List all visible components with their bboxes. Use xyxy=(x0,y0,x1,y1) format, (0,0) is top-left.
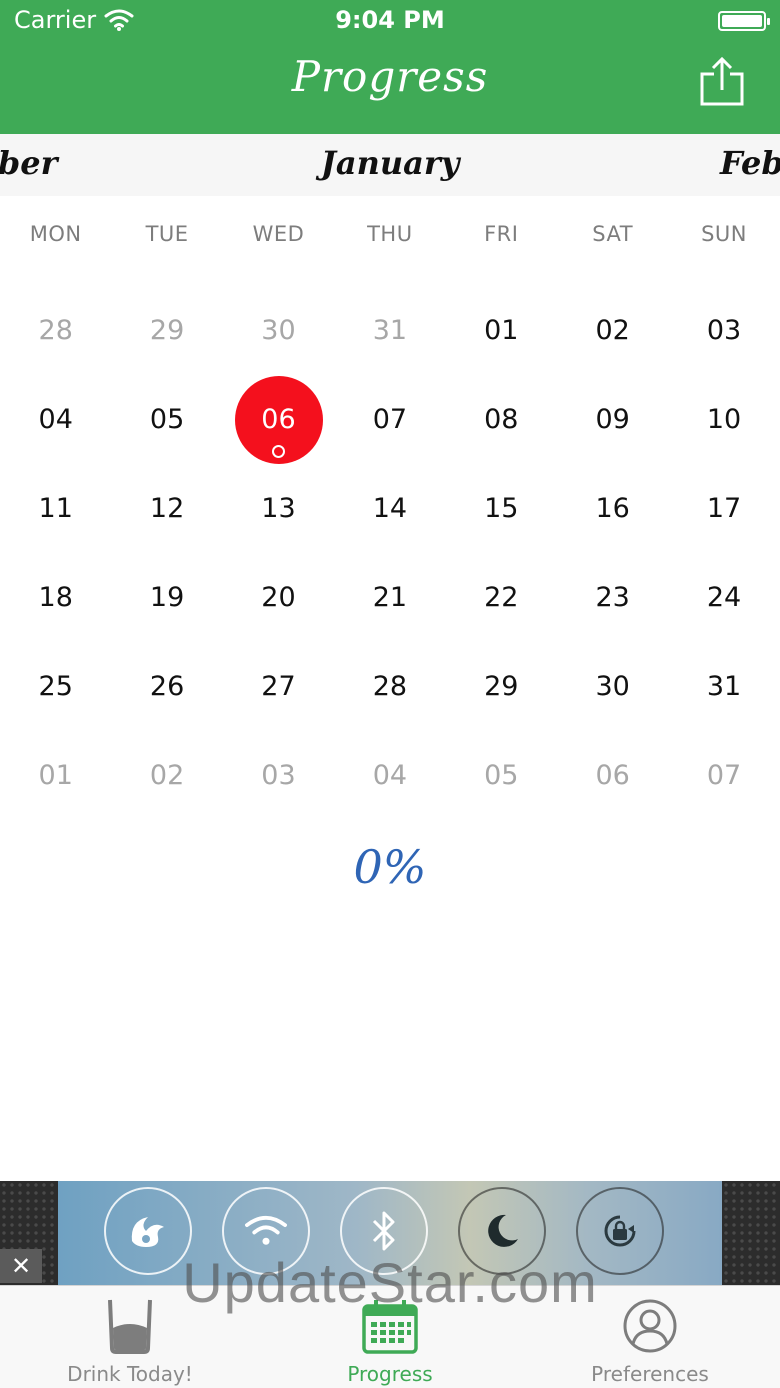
month-selector[interactable]: mber January Febr xyxy=(0,134,780,196)
calendar-day[interactable]: 31 xyxy=(668,642,779,731)
person-icon xyxy=(623,1299,677,1353)
calendar-day[interactable]: 21 xyxy=(334,553,445,642)
calendar-week: 18 19 20 21 22 23 24 xyxy=(0,553,780,642)
calendar-day-selected[interactable]: 06 xyxy=(223,375,334,464)
ad-close-button[interactable]: ✕ xyxy=(0,1249,42,1283)
weekday-label: FRI xyxy=(484,222,519,246)
weekday-header: MON TUE WED THU FRI SAT SUN xyxy=(0,222,780,262)
month-current: January xyxy=(320,144,460,182)
calendar-week: 25 26 27 28 29 30 31 xyxy=(0,642,780,731)
page-title: Progress xyxy=(291,52,489,101)
calendar-day[interactable]: 01 xyxy=(446,286,557,375)
header: Carrier 9:04 PM Progress xyxy=(0,0,780,134)
calendar-day[interactable]: 24 xyxy=(668,553,779,642)
calendar-week: 04 05 06 07 08 09 10 xyxy=(0,375,780,464)
calendar-day[interactable]: 04 xyxy=(0,375,111,464)
clock: 9:04 PM xyxy=(335,6,445,34)
rotation-lock-icon xyxy=(576,1187,664,1275)
tab-bar: Drink Today! Progress Preferences xyxy=(0,1285,780,1388)
calendar-day[interactable]: 17 xyxy=(668,464,779,553)
status-bar: Carrier 9:04 PM xyxy=(0,0,780,44)
tab-label: Preferences xyxy=(591,1362,709,1386)
ad-banner[interactable] xyxy=(0,1181,780,1285)
calendar-week: 11 12 13 14 15 16 17 xyxy=(0,464,780,553)
calendar-day[interactable]: 28 xyxy=(0,286,111,375)
weekday-label: MON xyxy=(29,222,82,246)
tab-progress[interactable]: Progress xyxy=(260,1286,520,1388)
bluetooth-icon xyxy=(340,1187,428,1275)
glass-icon xyxy=(108,1299,152,1354)
calendar-day[interactable]: 13 xyxy=(223,464,334,553)
moon-icon xyxy=(458,1187,546,1275)
ad-image[interactable] xyxy=(58,1181,722,1285)
calendar-grid: 28 29 30 31 01 02 03 04 05 06 07 08 09 1… xyxy=(0,286,780,820)
weekday-label: THU xyxy=(367,222,413,246)
calendar-day[interactable]: 02 xyxy=(557,286,668,375)
tab-preferences[interactable]: Preferences xyxy=(520,1286,780,1388)
calendar-day[interactable]: 30 xyxy=(557,642,668,731)
calendar-day[interactable]: 03 xyxy=(223,731,334,820)
weekday-label: WED xyxy=(252,222,305,246)
share-icon[interactable] xyxy=(696,56,748,108)
tab-drink-today[interactable]: Drink Today! xyxy=(0,1286,260,1388)
calendar-day[interactable]: 27 xyxy=(223,642,334,731)
calendar-day[interactable]: 30 xyxy=(223,286,334,375)
calendar-day[interactable]: 05 xyxy=(446,731,557,820)
calendar-day[interactable]: 28 xyxy=(334,642,445,731)
progress-percent: 0% xyxy=(353,840,427,894)
tab-label: Drink Today! xyxy=(67,1362,193,1386)
calendar-day[interactable]: 12 xyxy=(111,464,222,553)
calendar-day[interactable]: 19 xyxy=(111,553,222,642)
calendar-day[interactable]: 23 xyxy=(557,553,668,642)
tab-label: Progress xyxy=(347,1362,433,1386)
weekday-label: SAT xyxy=(592,222,634,246)
calendar-day[interactable]: 04 xyxy=(334,731,445,820)
calendar-day[interactable]: 20 xyxy=(223,553,334,642)
uc-browser-icon xyxy=(104,1187,192,1275)
calendar-day[interactable]: 14 xyxy=(334,464,445,553)
calendar-week: 01 02 03 04 05 06 07 xyxy=(0,731,780,820)
calendar-day[interactable]: 08 xyxy=(446,375,557,464)
calendar-icon xyxy=(362,1300,418,1354)
ad-pattern-right xyxy=(722,1181,780,1285)
battery-icon xyxy=(718,11,770,31)
calendar-day[interactable]: 01 xyxy=(0,731,111,820)
selected-day-label: 06 xyxy=(261,404,296,435)
calendar-day[interactable]: 07 xyxy=(334,375,445,464)
calendar-day[interactable]: 29 xyxy=(446,642,557,731)
calendar-day[interactable]: 06 xyxy=(557,731,668,820)
calendar-day[interactable]: 25 xyxy=(0,642,111,731)
calendar-day[interactable]: 02 xyxy=(111,731,222,820)
calendar-day[interactable]: 09 xyxy=(557,375,668,464)
calendar-day[interactable]: 31 xyxy=(334,286,445,375)
calendar-day[interactable]: 11 xyxy=(0,464,111,553)
calendar-day[interactable]: 05 xyxy=(111,375,222,464)
calendar-day[interactable]: 15 xyxy=(446,464,557,553)
calendar-day[interactable]: 22 xyxy=(446,553,557,642)
wifi-icon xyxy=(222,1187,310,1275)
weekday-label: TUE xyxy=(145,222,189,246)
calendar-week: 28 29 30 31 01 02 03 xyxy=(0,286,780,375)
calendar-day[interactable]: 16 xyxy=(557,464,668,553)
month-next[interactable]: Febr xyxy=(720,144,780,182)
calendar-day[interactable]: 29 xyxy=(111,286,222,375)
calendar-day[interactable]: 10 xyxy=(668,375,779,464)
calendar-day[interactable]: 26 xyxy=(111,642,222,731)
calendar-day[interactable]: 07 xyxy=(668,731,779,820)
calendar-day[interactable]: 03 xyxy=(668,286,779,375)
weekday-label: SUN xyxy=(701,222,747,246)
calendar-day[interactable]: 18 xyxy=(0,553,111,642)
